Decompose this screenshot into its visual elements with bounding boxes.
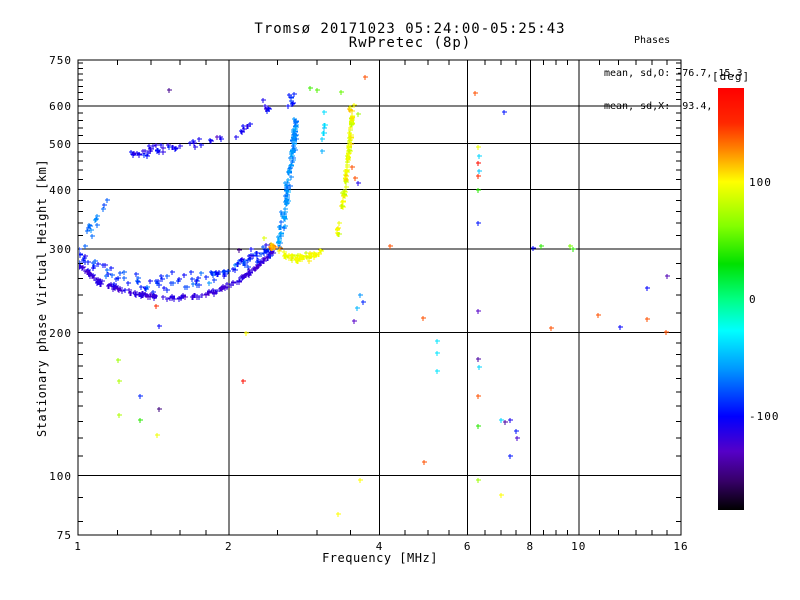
- y-tick-label: 300: [49, 243, 72, 257]
- y-tick-label: 100: [49, 469, 72, 483]
- ionogram-page: Tromsø 20171023 05:24:00-05:25:43 RwPret…: [0, 0, 800, 600]
- y-tick-label: 750: [49, 54, 72, 67]
- y-tick-label: 600: [49, 100, 72, 114]
- phase-stats-heading: Phases: [634, 35, 671, 46]
- x-tick-label: 4: [375, 540, 384, 553]
- x-tick-label: 8: [526, 540, 535, 553]
- colorbar-tick-label: -100: [749, 410, 780, 424]
- x-tick-label: 6: [463, 540, 472, 553]
- x-tick-label: 2: [224, 540, 233, 553]
- y-tick-label: 500: [49, 137, 72, 151]
- x-tick-label: 1: [74, 540, 82, 553]
- colorbar: [718, 88, 744, 510]
- x-tick-label: 16: [673, 540, 689, 553]
- colorbar-unit-label: [deg]: [712, 70, 751, 83]
- x-axis-label: Frequency [MHz]: [322, 551, 438, 565]
- y-tick-label: 200: [49, 326, 72, 340]
- y-tick-label: 400: [49, 183, 72, 197]
- x-tick-label: 10: [571, 540, 587, 553]
- colorbar-tick-label: 0: [749, 293, 757, 306]
- colorbar-tick-label: 100: [749, 175, 772, 189]
